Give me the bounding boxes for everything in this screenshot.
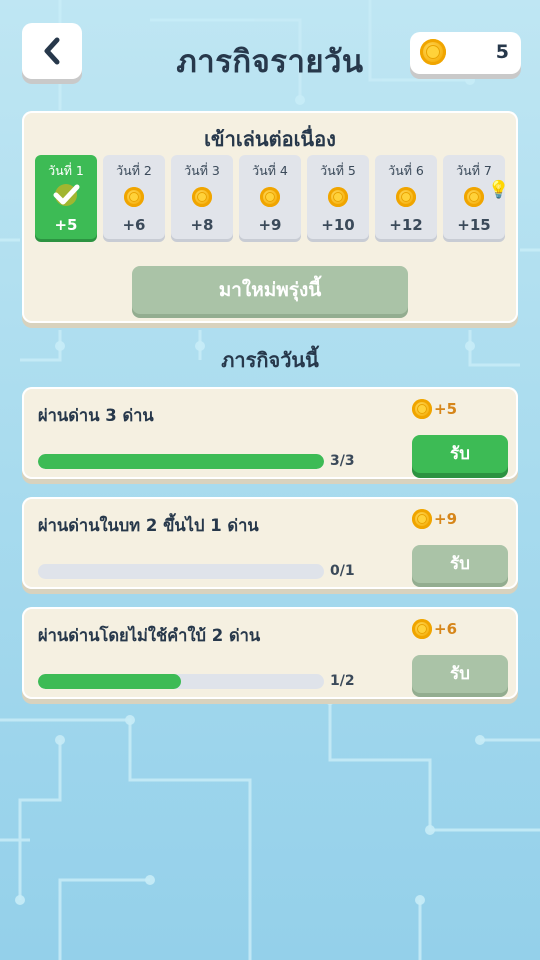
claim-button[interactable]: รับ	[412, 435, 508, 473]
check-icon	[53, 184, 80, 206]
coin-icon	[420, 39, 446, 65]
progress-fill	[38, 674, 181, 689]
back-button[interactable]	[22, 23, 82, 79]
claim-button[interactable]: รับ	[412, 545, 508, 583]
task-card: ผ่านด่านในบท 2 ขึ้นไป 1 ด่าน +9 0/1 รับ	[22, 497, 518, 589]
coin-count: 5	[495, 41, 509, 63]
day-reward: +8	[190, 216, 214, 234]
coin-icon	[396, 187, 416, 207]
task-card: ผ่านด่าน 3 ด่าน +5 3/3 รับ	[22, 387, 518, 479]
task-reward-amount: +6	[434, 620, 458, 638]
progress-fill	[38, 454, 324, 469]
progress-text: 1/2	[330, 673, 355, 689]
page-title: ภารกิจรายวัน	[176, 44, 364, 80]
day-label: วันที่ 2	[116, 163, 152, 178]
chevron-left-icon	[44, 37, 60, 65]
streak-day-7: วันที่ 7 💡 +15	[443, 155, 509, 239]
streak-day-5: วันที่ 5 +10	[307, 155, 369, 239]
section-title-today: ภารกิจวันนี้	[221, 348, 319, 372]
day-reward: +5	[54, 216, 78, 234]
task-card: ผ่านด่านโดยไม่ใช้คำใบ้ 2 ด่าน +6 1/2 รับ	[22, 607, 518, 699]
coin-icon	[260, 187, 280, 207]
day-reward: +15	[457, 216, 491, 234]
task-name: ผ่านด่าน 3 ด่าน	[38, 406, 154, 425]
progress-text: 0/1	[330, 563, 355, 579]
progress-bar	[38, 564, 324, 579]
day-label: วันที่ 4	[252, 163, 288, 178]
task-reward-amount: +5	[434, 400, 458, 418]
coin-icon	[124, 187, 144, 207]
coin-icon	[412, 509, 432, 529]
task-name: ผ่านด่านโดยไม่ใช้คำใบ้ 2 ด่าน	[38, 626, 261, 645]
day-label: วันที่ 1	[48, 163, 84, 178]
coin-icon	[192, 187, 212, 207]
streak-day-1: วันที่ 1 +5	[35, 155, 97, 239]
task-reward-amount: +9	[434, 510, 458, 528]
task-reward: +5	[410, 399, 457, 419]
streak-title: เข้าเล่นต่อเนื่อง	[204, 127, 336, 151]
day-label: วันที่ 6	[388, 163, 424, 178]
coin-balance: 5	[410, 32, 521, 74]
day-reward: +12	[389, 216, 423, 234]
streak-panel: เข้าเล่นต่อเนื่อง วันที่ 1 +5 วันที่ 2 +…	[22, 111, 518, 323]
come-back-tomorrow-button[interactable]: มาใหม่พรุ่งนี้	[132, 266, 408, 314]
progress-bar	[38, 674, 324, 689]
coin-icon	[412, 619, 432, 639]
task-reward: +6	[410, 619, 457, 639]
lightbulb-icon: 💡	[488, 180, 510, 200]
streak-day-4: วันที่ 4 +9	[239, 155, 301, 239]
coin-icon	[328, 187, 348, 207]
coin-icon	[412, 399, 432, 419]
progress-text: 3/3	[330, 453, 355, 469]
day-label: วันที่ 7	[456, 163, 492, 178]
day-label: วันที่ 5	[320, 163, 356, 178]
task-reward: +9	[410, 509, 457, 529]
streak-day-2: วันที่ 2 +6	[103, 155, 165, 239]
day-reward: +10	[321, 216, 355, 234]
progress-bar	[38, 454, 324, 469]
day-reward: +6	[122, 216, 146, 234]
coin-icon	[464, 187, 484, 207]
streak-day-6: วันที่ 6 +12	[375, 155, 437, 239]
streak-day-3: วันที่ 3 +8	[171, 155, 233, 239]
task-name: ผ่านด่านในบท 2 ขึ้นไป 1 ด่าน	[38, 516, 259, 535]
claim-button[interactable]: รับ	[412, 655, 508, 693]
day-reward: +9	[258, 216, 282, 234]
day-label: วันที่ 3	[184, 163, 220, 178]
